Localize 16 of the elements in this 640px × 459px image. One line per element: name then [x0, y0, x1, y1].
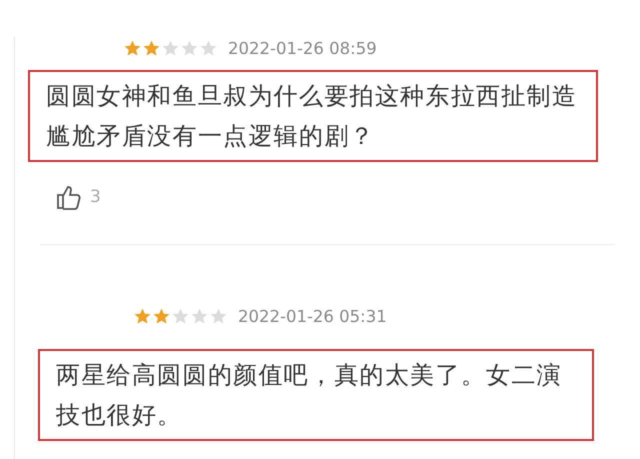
star-icon	[123, 38, 142, 58]
star-icon	[190, 306, 209, 326]
like-count: 3	[90, 187, 101, 207]
star-icon	[171, 306, 190, 326]
thumbs-up-icon[interactable]	[56, 184, 82, 210]
star-icon	[180, 38, 199, 58]
star-icon	[152, 306, 171, 326]
review-text: 圆圆女神和鱼旦叔为什么要拍这种东拉西扯制造尴尬矛盾没有一点逻辑的剧？	[28, 70, 598, 162]
star-icon	[199, 38, 218, 58]
review-time: 2022-01-26 05:31	[238, 306, 387, 326]
star-icon	[142, 38, 161, 58]
star-icon	[133, 306, 152, 326]
star-icon	[209, 306, 228, 326]
review-text: 两星给高圆圆的颜值吧，真的太美了。女二演技也很好。	[38, 349, 594, 441]
review-time: 2022-01-26 08:59	[228, 38, 377, 58]
star-icon	[161, 38, 180, 58]
